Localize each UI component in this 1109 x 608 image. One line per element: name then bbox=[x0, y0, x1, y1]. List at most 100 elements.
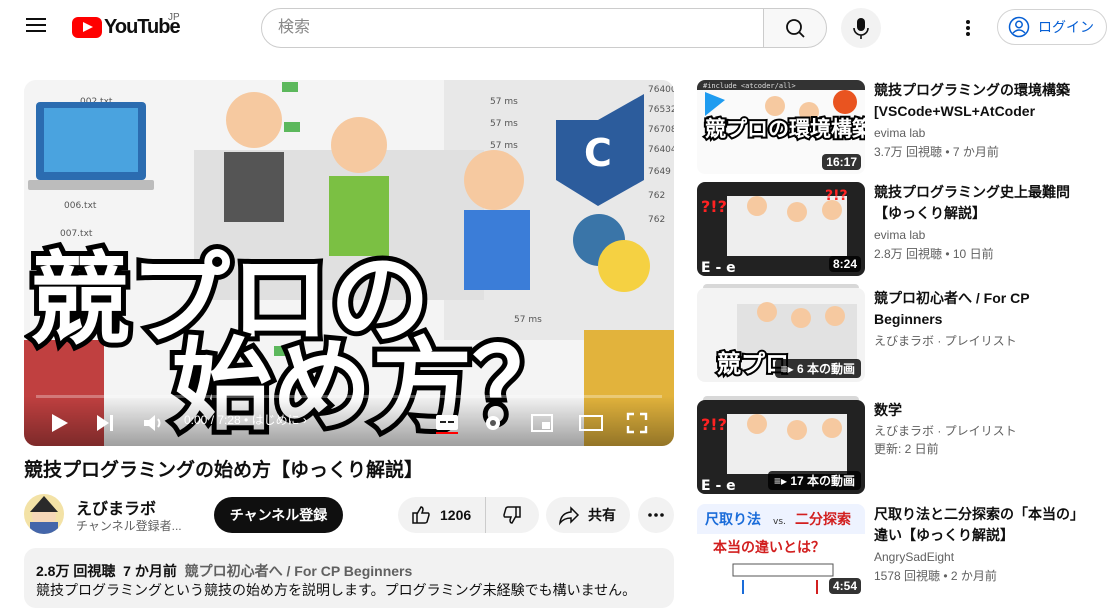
svg-text:007.txt: 007.txt bbox=[60, 229, 93, 239]
miniplayer-icon[interactable] bbox=[530, 412, 554, 434]
svg-text:E - e: E - e bbox=[701, 260, 736, 276]
svg-text:57 ms: 57 ms bbox=[490, 97, 518, 107]
svg-text:76708: 76708 bbox=[648, 125, 674, 135]
volume-icon[interactable] bbox=[142, 412, 164, 434]
svg-text:?!?: ?!? bbox=[825, 188, 848, 204]
progress-bar[interactable] bbox=[36, 395, 662, 398]
microphone-icon bbox=[853, 18, 869, 39]
logo-country: JP bbox=[168, 12, 180, 23]
like-button[interactable]: 1206 bbox=[398, 497, 486, 533]
playlist-title: 競プロ初心者へ / For CP Beginners bbox=[874, 290, 1030, 327]
channel-subscribers: チャンネル登録者... bbox=[76, 519, 182, 533]
related-video-title: 競技プログラミング史上最難問【ゆっくり解説】 bbox=[874, 184, 1070, 221]
related-video-item[interactable]: ?!? ?!? E - e 8:24 競技プログラミング史上最難問【ゆっくり解説… bbox=[697, 182, 1107, 276]
svg-text:76532: 76532 bbox=[648, 105, 674, 115]
search-input[interactable] bbox=[261, 8, 764, 48]
playlist-thumbnail: ?!? E - e ≡▸ 17 本の動画 bbox=[697, 400, 865, 494]
share-icon bbox=[559, 506, 580, 526]
playlist-channel: えびまラボ · プレイリスト bbox=[874, 334, 1017, 348]
related-video-title: 尺取り法と二分探索の「本当の」違い【ゆっくり解説】 bbox=[874, 506, 1077, 543]
svg-text:二分探索: 二分探索 bbox=[795, 511, 851, 528]
video-thumbnail: 尺取り法 vs. 二分探索 本当の違いとは？ 4:54 bbox=[697, 504, 865, 598]
playlist-updated: 更新: 2 日前 bbox=[874, 442, 939, 456]
playlist-thumbnail: 競プロ ≡▸ 6 本の動画 bbox=[697, 288, 865, 382]
subtitles-icon[interactable] bbox=[434, 412, 460, 434]
video-thumbnail: ?!? ?!? E - e 8:24 bbox=[697, 182, 865, 276]
settings-gear-icon[interactable] bbox=[482, 412, 504, 434]
youtube-play-icon bbox=[72, 17, 102, 38]
channel-avatar[interactable] bbox=[24, 494, 64, 534]
voice-search-button[interactable] bbox=[841, 8, 881, 48]
view-count: 2.8万 回視聴 bbox=[36, 563, 116, 579]
like-dislike-group: 1206 bbox=[398, 497, 539, 533]
svg-text:76404: 76404 bbox=[648, 145, 674, 155]
description-meta: 2.8万 回視聴 7 か月前 競プロ初心者へ / For CP Beginner… bbox=[36, 562, 662, 581]
next-icon[interactable] bbox=[94, 412, 116, 434]
description-text: 競技プログラミングという競技の始め方を説明します。プログラミング未経験でも構いま… bbox=[36, 582, 637, 598]
related-video-meta: 2.8万 回視聴 • 10 日前 bbox=[874, 247, 994, 261]
theater-mode-icon[interactable] bbox=[578, 412, 604, 434]
related-video-item[interactable]: 尺取り法 vs. 二分探索 本当の違いとは？ 4:54 尺取り法と二分探索の「本… bbox=[697, 504, 1107, 598]
related-video-channel: AngrySadEight bbox=[874, 550, 955, 564]
duration-badge: 16:17 bbox=[822, 154, 861, 170]
share-label: 共有 bbox=[588, 507, 616, 523]
svg-text:競プロの環境構築？: 競プロの環境構築？ bbox=[705, 117, 865, 141]
svg-text:E - e: E - e bbox=[701, 478, 736, 494]
related-playlist-item[interactable]: 競プロ ≡▸ 6 本の動画 競プロ初心者へ / For CP Beginners… bbox=[697, 284, 1107, 382]
like-count: 1206 bbox=[440, 507, 472, 523]
search-button[interactable] bbox=[763, 8, 827, 48]
duration-badge: 4:54 bbox=[828, 578, 861, 594]
video-thumbnail: #include <atcoder/all> 競プロの環境構築？ 16:17 bbox=[697, 80, 865, 174]
share-button[interactable]: 共有 bbox=[546, 497, 630, 533]
related-video-channel: evima lab bbox=[874, 126, 926, 140]
related-video-item[interactable]: #include <atcoder/all> 競プロの環境構築？ 16:17 競… bbox=[697, 80, 1107, 174]
more-vert-icon bbox=[966, 20, 970, 36]
playlist-link[interactable]: 競プロ初心者へ / For CP Beginners bbox=[185, 563, 413, 579]
thumbs-down-icon bbox=[503, 506, 521, 524]
upload-age: 7 か月前 bbox=[123, 563, 177, 579]
more-horiz-icon bbox=[648, 513, 664, 517]
playlist-count-badge: ≡▸ 17 本の動画 bbox=[767, 471, 861, 490]
svg-text:?!?: ?!? bbox=[701, 415, 727, 434]
settings-menu-button[interactable] bbox=[954, 14, 982, 42]
playlist-icon: ≡▸ bbox=[773, 474, 791, 488]
svg-text:57 ms: 57 ms bbox=[490, 141, 518, 151]
channel-name[interactable]: えびまラボ bbox=[76, 495, 156, 519]
login-label: ログイン bbox=[1038, 19, 1094, 35]
svg-text:57 ms: 57 ms bbox=[514, 315, 542, 325]
thumbs-up-icon bbox=[412, 506, 430, 524]
duration-badge: 8:24 bbox=[828, 256, 861, 272]
svg-text:C: C bbox=[584, 131, 612, 175]
player-controls: 0:00 / 7:28 • はじめに › bbox=[24, 395, 674, 446]
svg-text:762: 762 bbox=[648, 215, 665, 225]
youtube-logo[interactable]: YouTube JP bbox=[72, 12, 181, 39]
video-title: 競技プログラミングの始め方【ゆっくり解説】 bbox=[24, 460, 424, 481]
video-player[interactable]: 76400 76532 76708 76404 7649 762 762 57 ms 57 m… bbox=[24, 80, 674, 446]
svg-text:762: 762 bbox=[648, 191, 665, 201]
subscribe-button[interactable]: チャンネル登録 bbox=[214, 497, 343, 533]
related-video-meta: 1578 回視聴 • 2 か月前 bbox=[874, 569, 997, 583]
top-bar: YouTube JP ログイン bbox=[0, 0, 1109, 56]
related-video-channel: evima lab bbox=[874, 228, 926, 242]
svg-text:76400: 76400 bbox=[648, 85, 674, 95]
svg-text:57 ms: 57 ms bbox=[490, 119, 518, 129]
fullscreen-icon[interactable] bbox=[626, 412, 648, 434]
time-display: 0:00 / 7:28 • はじめに › bbox=[184, 413, 307, 427]
svg-text:7649: 7649 bbox=[648, 167, 671, 177]
dislike-button[interactable] bbox=[486, 497, 538, 533]
menu-icon[interactable] bbox=[22, 14, 50, 42]
playlist-icon: ≡▸ bbox=[780, 362, 797, 376]
svg-text:?!?: ?!? bbox=[701, 197, 727, 216]
description-box[interactable]: 2.8万 回視聴 7 か月前 競プロ初心者へ / For CP Beginner… bbox=[24, 548, 674, 608]
more-actions-button[interactable] bbox=[638, 497, 674, 533]
related-video-meta: 3.7万 回視聴 • 7 か月前 bbox=[874, 145, 999, 159]
svg-text:尺取り法: 尺取り法 bbox=[705, 511, 761, 528]
play-icon[interactable] bbox=[48, 412, 70, 434]
svg-text:vs.: vs. bbox=[773, 517, 786, 527]
video-thumbnail: 76400 76532 76708 76404 7649 762 762 57 ms 57 m… bbox=[24, 80, 674, 446]
login-button[interactable]: ログイン bbox=[997, 9, 1107, 45]
related-video-title: 競技プログラミングの環境構築 [VSCode+WSL+AtCoder Libra… bbox=[874, 82, 1070, 119]
related-playlist-item[interactable]: ?!? E - e ≡▸ 17 本の動画 数学 えびまラボ · プレイリスト 更… bbox=[697, 396, 1107, 494]
playlist-count-badge: ≡▸ 6 本の動画 bbox=[774, 359, 861, 378]
account-icon bbox=[1008, 16, 1030, 38]
